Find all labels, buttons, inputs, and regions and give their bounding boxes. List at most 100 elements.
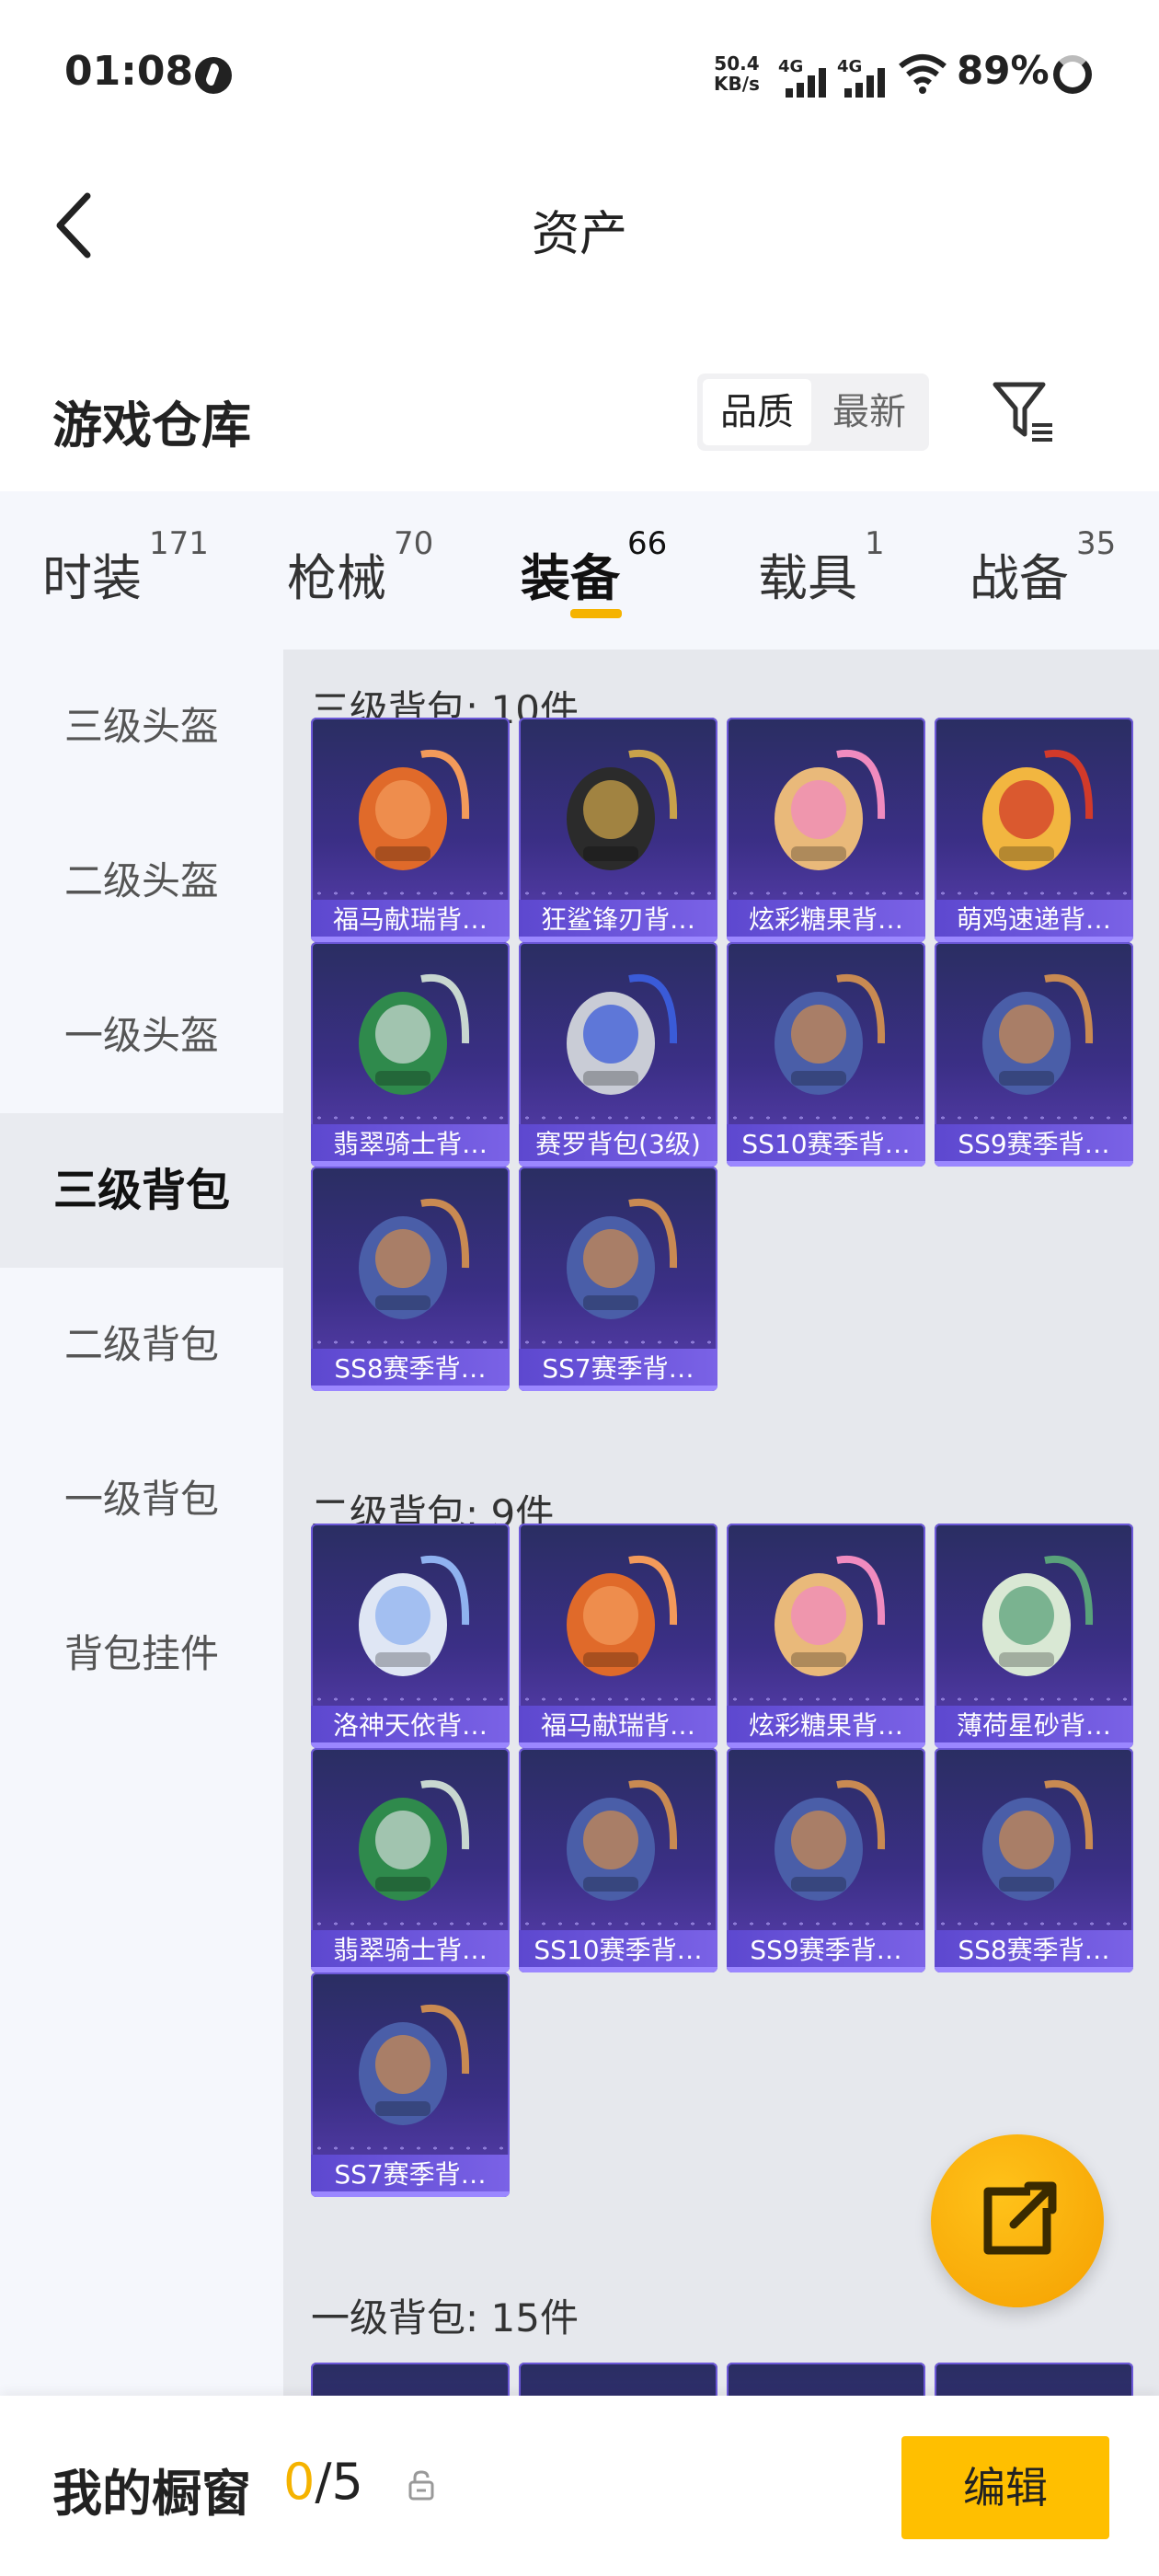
tab-equipment[interactable]: 装备66 <box>521 525 667 610</box>
sidebar-item-level1-helmet[interactable]: 一级头盔 <box>0 959 283 1113</box>
item-card[interactable]: 福马献瑞背… <box>311 718 510 942</box>
sort-toggle: 品质 最新 <box>697 374 929 451</box>
tab-supplies[interactable]: 战备35 <box>970 525 1116 610</box>
item-card[interactable]: SS7赛季背… <box>311 1972 510 2197</box>
item-card[interactable] <box>935 2363 1133 2396</box>
item-card[interactable]: 洛神天依背… <box>311 1524 510 1748</box>
active-tab-indicator <box>570 609 622 618</box>
card-decoration <box>519 1336 717 1349</box>
item-name: 薄荷星砂背… <box>935 1706 1133 1748</box>
subcategory-sidebar: 三级头盔 二级头盔 一级头盔 三级背包 二级背包 一级背包 背包挂件 <box>0 650 283 2396</box>
tab-fashion[interactable]: 时装171 <box>42 525 209 610</box>
item-name: 赛罗背包(3级) <box>519 1124 717 1167</box>
sort-newest-button[interactable]: 最新 <box>815 379 924 445</box>
item-card[interactable] <box>311 2363 510 2396</box>
season-backpack-icon <box>359 1198 470 1319</box>
sidebar-item-level2-helmet[interactable]: 二级头盔 <box>0 804 283 959</box>
item-card[interactable]: 狂鲨锋刃背… <box>519 718 717 942</box>
item-card[interactable]: SS9赛季背… <box>935 942 1133 1167</box>
sidebar-item-level3-helmet[interactable]: 三级头盔 <box>0 650 283 804</box>
season-backpack-icon <box>775 973 886 1095</box>
item-name: 翡翠骑士背… <box>311 1124 510 1167</box>
warehouse-title: 游戏仓库 <box>52 397 251 454</box>
item-name: SS10赛季背… <box>727 1124 925 1167</box>
item-card[interactable]: SS9赛季背… <box>727 1748 925 1972</box>
season-backpack-icon <box>567 1198 678 1319</box>
tab-firearms[interactable]: 枪械70 <box>287 525 433 610</box>
item-name: 福马献瑞背… <box>311 900 510 942</box>
card-decoration <box>935 1693 1133 1706</box>
card-decoration <box>935 1111 1133 1124</box>
donut-backpack-icon <box>775 749 886 870</box>
bag-backpack-icon <box>982 1555 1094 1676</box>
item-card[interactable]: 翡翠骑士背… <box>311 942 510 1167</box>
item-name: 炫彩糖果背… <box>727 900 925 942</box>
chick-backpack-icon <box>982 749 1094 870</box>
group-header: 一级背包: 15件 <box>311 2295 579 2340</box>
sidebar-item-backpack-charm[interactable]: 背包挂件 <box>0 1577 283 1731</box>
item-card[interactable]: SS10赛季背… <box>727 942 925 1167</box>
signal-icon: 4G <box>778 57 833 98</box>
card-decoration <box>519 887 717 900</box>
battery-icon <box>1053 55 1092 94</box>
item-card[interactable]: 薄荷星砂背… <box>935 1524 1133 1748</box>
card-decoration <box>519 1111 717 1124</box>
season-backpack-icon <box>775 1779 886 1901</box>
item-name: SS9赛季背… <box>935 1124 1133 1167</box>
card-decoration <box>311 2142 510 2155</box>
card-decoration <box>311 1917 510 1930</box>
item-name: SS7赛季背… <box>519 1349 717 1391</box>
item-card[interactable]: SS7赛季背… <box>519 1167 717 1391</box>
item-name: SS8赛季背… <box>935 1930 1133 1972</box>
item-card[interactable]: SS8赛季背… <box>935 1748 1133 1972</box>
card-decoration <box>727 1917 925 1930</box>
network-speed: 50.4 KB/s <box>714 52 760 95</box>
card-decoration <box>311 1693 510 1706</box>
item-name: 洛神天依背… <box>311 1706 510 1748</box>
tab-vehicles[interactable]: 载具1 <box>758 525 885 610</box>
card-decoration <box>727 887 925 900</box>
item-card[interactable]: 福马献瑞背… <box>519 1524 717 1748</box>
season-backpack-icon <box>567 1779 678 1901</box>
item-name: 翡翠骑士背… <box>311 1930 510 1972</box>
status-bar: 01:08 50.4 KB/s 4G 4G 89% <box>0 0 1159 147</box>
item-card[interactable]: 翡翠骑士背… <box>311 1748 510 1972</box>
item-card[interactable] <box>519 2363 717 2396</box>
item-name: 萌鸡速递背… <box>935 900 1133 942</box>
card-decoration <box>519 1693 717 1706</box>
donut-backpack-icon <box>775 1555 886 1676</box>
card-decoration <box>519 1917 717 1930</box>
bunny-backpack-icon <box>359 749 470 870</box>
season-backpack-icon <box>359 2004 470 2125</box>
item-card[interactable] <box>727 2363 925 2396</box>
filter-icon[interactable] <box>992 379 1056 443</box>
item-name: 狂鲨锋刃背… <box>519 900 717 942</box>
sidebar-item-level1-backpack[interactable]: 一级背包 <box>0 1422 283 1577</box>
item-card[interactable]: SS8赛季背… <box>311 1167 510 1391</box>
item-card[interactable]: SS10赛季背… <box>519 1748 717 1972</box>
item-name: SS8赛季背… <box>311 1349 510 1391</box>
share-button[interactable] <box>931 2134 1104 2307</box>
item-card[interactable]: 炫彩糖果背… <box>727 718 925 942</box>
item-card[interactable]: 赛罗背包(3级) <box>519 942 717 1167</box>
battery-level: 89% <box>957 48 1050 93</box>
card-decoration <box>311 1336 510 1349</box>
item-name: 炫彩糖果背… <box>727 1706 925 1748</box>
sidebar-item-level3-backpack[interactable]: 三级背包 <box>0 1113 283 1268</box>
shark-backpack-icon <box>567 749 678 870</box>
edit-button[interactable]: 编辑 <box>901 2436 1109 2539</box>
jet-backpack-icon <box>567 973 678 1095</box>
sidebar-item-level2-backpack[interactable]: 二级背包 <box>0 1268 283 1422</box>
item-name: SS9赛季背… <box>727 1930 925 1972</box>
item-card[interactable]: 炫彩糖果背… <box>727 1524 925 1748</box>
item-name: SS7赛季背… <box>311 2155 510 2197</box>
signal-icon: 4G <box>837 57 892 98</box>
item-card[interactable]: 萌鸡速递背… <box>935 718 1133 942</box>
season-backpack-icon <box>982 973 1094 1095</box>
wifi-icon <box>899 54 947 94</box>
app-notification-icon <box>195 57 232 94</box>
knight-backpack-icon <box>359 973 470 1095</box>
showcase-count: 0/5 <box>283 2453 363 2511</box>
card-decoration <box>311 887 510 900</box>
sort-quality-button[interactable]: 品质 <box>703 379 811 445</box>
